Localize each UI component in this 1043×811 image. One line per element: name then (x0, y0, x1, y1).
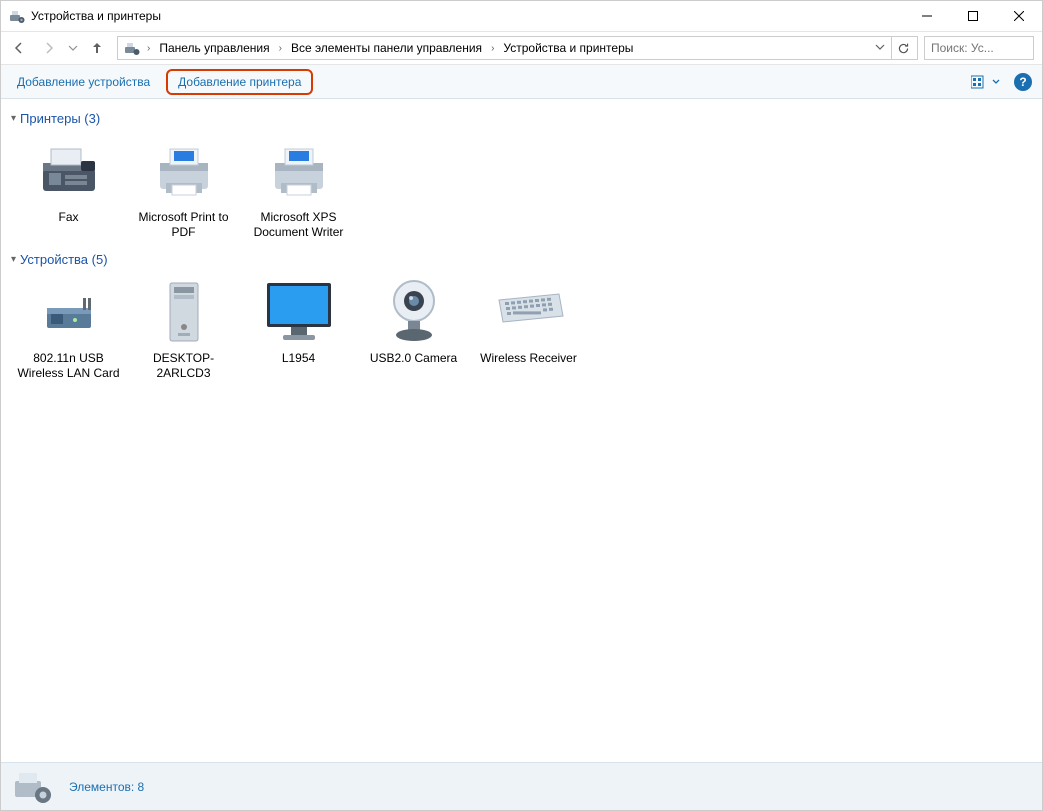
breadcrumb-seg-1[interactable]: Все элементы панели управления (285, 37, 488, 59)
breadcrumb[interactable]: › Панель управления › Все элементы панел… (117, 36, 918, 60)
view-options-button[interactable] (971, 75, 1000, 89)
status-bar: Элементов: 8 (1, 762, 1042, 810)
group-header-printers[interactable]: ▾ Принтеры (3) (11, 105, 1032, 130)
command-bar: Добавление устройства Добавление принтер… (1, 65, 1042, 99)
control-panel-icon (124, 40, 140, 56)
devices-items: 802.11n USB Wireless LAN Card DESKTOP-2A… (11, 271, 1032, 387)
keyboard-icon (493, 288, 565, 336)
recent-locations-button[interactable] (65, 34, 81, 62)
device-label: Fax (13, 210, 124, 225)
wifi-card-icon (37, 284, 101, 340)
maximize-button[interactable] (950, 1, 996, 31)
navigation-bar: › Панель управления › Все элементы панел… (1, 31, 1042, 65)
back-button[interactable] (5, 34, 33, 62)
device-label: USB2.0 Camera (358, 351, 469, 366)
device-item-camera[interactable]: USB2.0 Camera (356, 271, 471, 387)
breadcrumb-seg-0[interactable]: Панель управления (153, 37, 275, 59)
webcam-icon (386, 277, 442, 347)
forward-button[interactable] (35, 34, 63, 62)
titlebar: Устройства и принтеры (1, 1, 1042, 31)
add-printer-button[interactable]: Добавление принтера (166, 69, 313, 95)
devices-printers-icon (9, 8, 25, 24)
device-item-fax[interactable]: Fax (11, 130, 126, 246)
up-button[interactable] (83, 34, 111, 62)
device-item-desktop[interactable]: DESKTOP-2ARLCD3 (126, 271, 241, 387)
group-title: Устройства (5) (20, 252, 108, 267)
device-label: Microsoft Print to PDF (128, 210, 239, 240)
fax-icon (37, 143, 101, 199)
chevron-down-icon (992, 78, 1000, 86)
printer-icon (267, 143, 331, 199)
group-header-devices[interactable]: ▾ Устройства (5) (11, 246, 1032, 271)
minimize-button[interactable] (904, 1, 950, 31)
add-device-button[interactable]: Добавление устройства (11, 71, 156, 93)
chevron-right-icon[interactable]: › (488, 43, 497, 54)
devices-summary-icon (13, 769, 55, 805)
chevron-right-icon[interactable]: › (276, 43, 285, 54)
device-item-monitor[interactable]: L1954 (241, 271, 356, 387)
device-label: L1954 (243, 351, 354, 366)
pc-tower-icon (152, 277, 216, 347)
device-item-print-pdf[interactable]: Microsoft Print to PDF (126, 130, 241, 246)
chevron-right-icon[interactable]: › (144, 43, 153, 54)
refresh-button[interactable] (891, 36, 915, 60)
window-title: Устройства и принтеры (31, 9, 161, 23)
device-label: Microsoft XPS Document Writer (243, 210, 354, 240)
device-label: DESKTOP-2ARLCD3 (128, 351, 239, 381)
group-title: Принтеры (3) (20, 111, 100, 126)
search-field[interactable] (929, 40, 1029, 56)
device-item-wifi-card[interactable]: 802.11n USB Wireless LAN Card (11, 271, 126, 387)
monitor-icon (261, 277, 337, 347)
content-area: ▾ Принтеры (3) Fax (1, 99, 1042, 762)
device-item-xps-writer[interactable]: Microsoft XPS Document Writer (241, 130, 356, 246)
device-item-receiver[interactable]: Wireless Receiver (471, 271, 586, 387)
chevron-down-icon: ▾ (11, 113, 16, 124)
printer-icon (152, 143, 216, 199)
search-input[interactable] (924, 36, 1034, 60)
printers-items: Fax Microsoft Print to PDF (11, 130, 1032, 246)
status-text: Элементов: 8 (69, 780, 144, 794)
close-button[interactable] (996, 1, 1042, 31)
chevron-down-icon: ▾ (11, 254, 16, 265)
device-label: Wireless Receiver (473, 351, 584, 366)
breadcrumb-seg-2[interactable]: Устройства и принтеры (497, 37, 639, 59)
help-button[interactable]: ? (1014, 73, 1032, 91)
device-label: 802.11n USB Wireless LAN Card (13, 351, 124, 381)
breadcrumb-dropdown[interactable] (869, 41, 891, 55)
